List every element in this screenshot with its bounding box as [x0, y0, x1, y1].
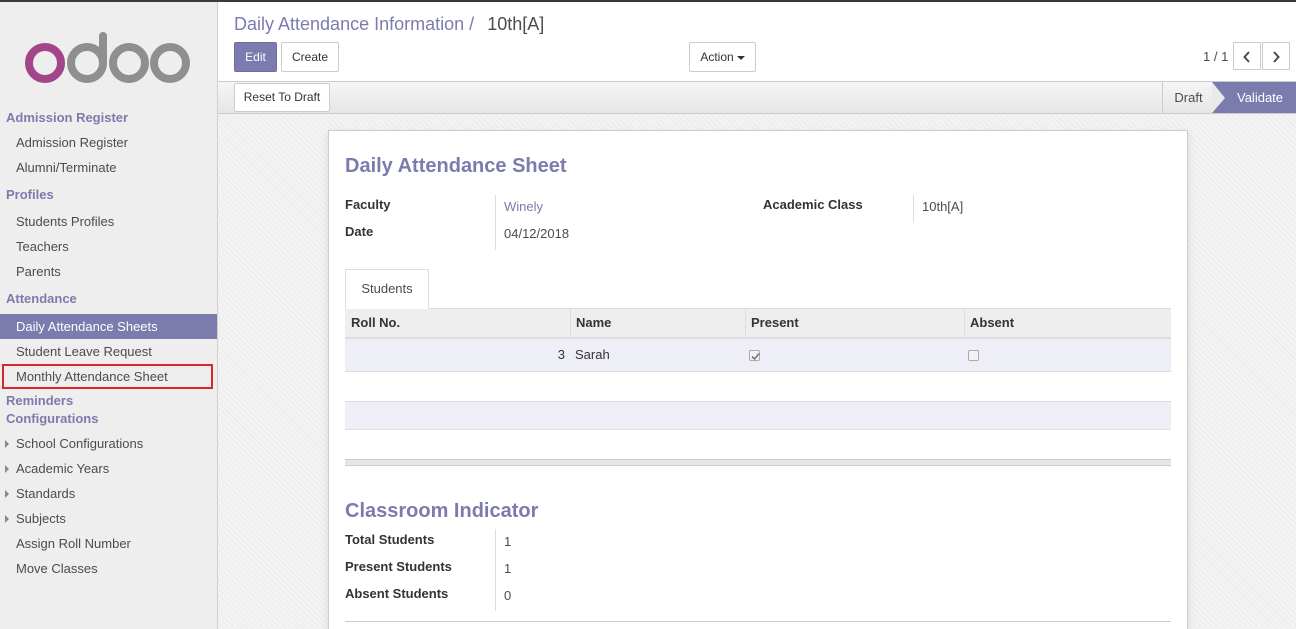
table-row[interactable]: 3 Sarah: [345, 339, 1171, 372]
chevron-left-icon: [1243, 51, 1250, 63]
table-footer-separator: [345, 459, 1171, 466]
sidebar-item-students-profiles[interactable]: Students Profiles: [0, 209, 217, 234]
form-title: Daily Attendance Sheet: [345, 155, 567, 177]
checkmark-icon: [751, 352, 760, 361]
status-draft[interactable]: Draft: [1162, 82, 1214, 113]
sidebar-item-alumni-terminate[interactable]: Alumni/Terminate: [0, 155, 217, 180]
caret-right-icon: [5, 490, 9, 498]
cell-name: Sarah: [575, 347, 610, 362]
sidebar-item-standards[interactable]: Standards: [0, 481, 217, 506]
academic-class-value: 10th[A]: [922, 199, 964, 214]
absent-checkbox[interactable]: [968, 350, 979, 361]
field-divider: [495, 195, 496, 250]
caret-right-icon: [5, 515, 9, 523]
caret-right-icon: [5, 440, 9, 448]
present-students-value: 1: [504, 561, 512, 576]
header-present[interactable]: Present: [745, 309, 964, 337]
classroom-indicator-title: Classroom Indicator: [345, 500, 539, 522]
sidebar: Admission Register Admission Register Al…: [0, 2, 218, 629]
status-validate[interactable]: Validate: [1212, 82, 1296, 113]
action-dropdown[interactable]: Action: [689, 42, 756, 72]
breadcrumb-separator: /: [469, 14, 475, 34]
sidebar-item-assign-roll-number[interactable]: Assign Roll Number: [0, 531, 217, 556]
table-empty-row: [345, 401, 1171, 430]
sidebar-item-parents[interactable]: Parents: [0, 259, 217, 284]
breadcrumb-parent[interactable]: Daily Attendance Information: [234, 14, 464, 34]
present-checkbox[interactable]: [749, 350, 760, 361]
control-panel: Daily Attendance Information / 10th[A] E…: [218, 2, 1296, 82]
faculty-label: Faculty: [345, 197, 391, 212]
tab-students[interactable]: Students: [345, 269, 429, 309]
reset-to-draft-button[interactable]: Reset To Draft: [234, 83, 330, 112]
field-divider: [913, 195, 914, 223]
section-attendance: Attendance: [6, 291, 77, 306]
status-bar: Reset To Draft Draft Validate: [218, 82, 1296, 114]
caret-right-icon: [5, 465, 9, 473]
action-label: Action: [700, 50, 734, 64]
sidebar-item-admission-register[interactable]: Admission Register: [0, 130, 217, 155]
date-label: Date: [345, 224, 374, 239]
sidebar-item-label: Academic Years: [16, 461, 110, 476]
create-button[interactable]: Create: [281, 42, 339, 72]
pager-next-button[interactable]: [1262, 42, 1290, 70]
section-admission-register: Admission Register: [6, 110, 129, 125]
header-name[interactable]: Name: [570, 309, 745, 337]
pager-value[interactable]: 1 / 1: [1203, 49, 1228, 64]
sidebar-item-teachers[interactable]: Teachers: [0, 234, 217, 259]
odoo-logo[interactable]: [22, 30, 192, 86]
sidebar-item-academic-years[interactable]: Academic Years: [0, 456, 217, 481]
section-configurations: Configurations: [6, 411, 99, 426]
absent-students-label: Absent Students: [345, 586, 449, 601]
breadcrumb-current: 10th[A]: [487, 14, 545, 34]
cell-roll-no: 3: [557, 347, 565, 362]
sidebar-item-label: School Configurations: [16, 436, 144, 451]
form-sheet: Daily Attendance Sheet Faculty Winely Da…: [328, 130, 1188, 629]
section-divider: [345, 621, 1171, 622]
sidebar-item-label: Subjects: [16, 511, 66, 526]
total-students-label: Total Students: [345, 532, 435, 547]
sidebar-item-monthly-attendance-sheet[interactable]: Monthly Attendance Sheet: [2, 364, 213, 389]
edit-button[interactable]: Edit: [234, 42, 277, 72]
pager-previous-button[interactable]: [1233, 42, 1261, 70]
section-reminders: Reminders: [6, 393, 74, 408]
form-view-area: Daily Attendance Sheet Faculty Winely Da…: [218, 114, 1296, 629]
sidebar-item-move-classes[interactable]: Move Classes: [0, 556, 217, 581]
sidebar-item-daily-attendance-sheets[interactable]: Daily Attendance Sheets: [0, 314, 217, 339]
sidebar-item-school-configurations[interactable]: School Configurations: [0, 431, 217, 456]
section-profiles: Profiles: [6, 187, 54, 202]
present-students-label: Present Students: [345, 559, 452, 574]
faculty-value[interactable]: Winely: [504, 199, 543, 214]
sidebar-item-student-leave-request[interactable]: Student Leave Request: [0, 339, 217, 364]
absent-students-value: 0: [504, 588, 512, 603]
academic-class-label: Academic Class: [763, 197, 863, 212]
date-value: 04/12/2018: [504, 226, 570, 241]
header-absent[interactable]: Absent: [964, 309, 1171, 337]
chevron-right-icon: [1273, 51, 1280, 63]
sidebar-item-label: Standards: [16, 486, 76, 501]
total-students-value: 1: [504, 534, 512, 549]
table-header: Roll No. Name Present Absent: [345, 309, 1171, 339]
breadcrumb: Daily Attendance Information / 10th[A]: [234, 14, 544, 35]
field-divider: [495, 529, 496, 611]
header-roll-no[interactable]: Roll No.: [345, 309, 570, 337]
sidebar-item-subjects[interactable]: Subjects: [0, 506, 217, 531]
sidebar-menu: Admission Register Admission Register Al…: [0, 106, 217, 581]
caret-down-icon: [736, 55, 745, 60]
